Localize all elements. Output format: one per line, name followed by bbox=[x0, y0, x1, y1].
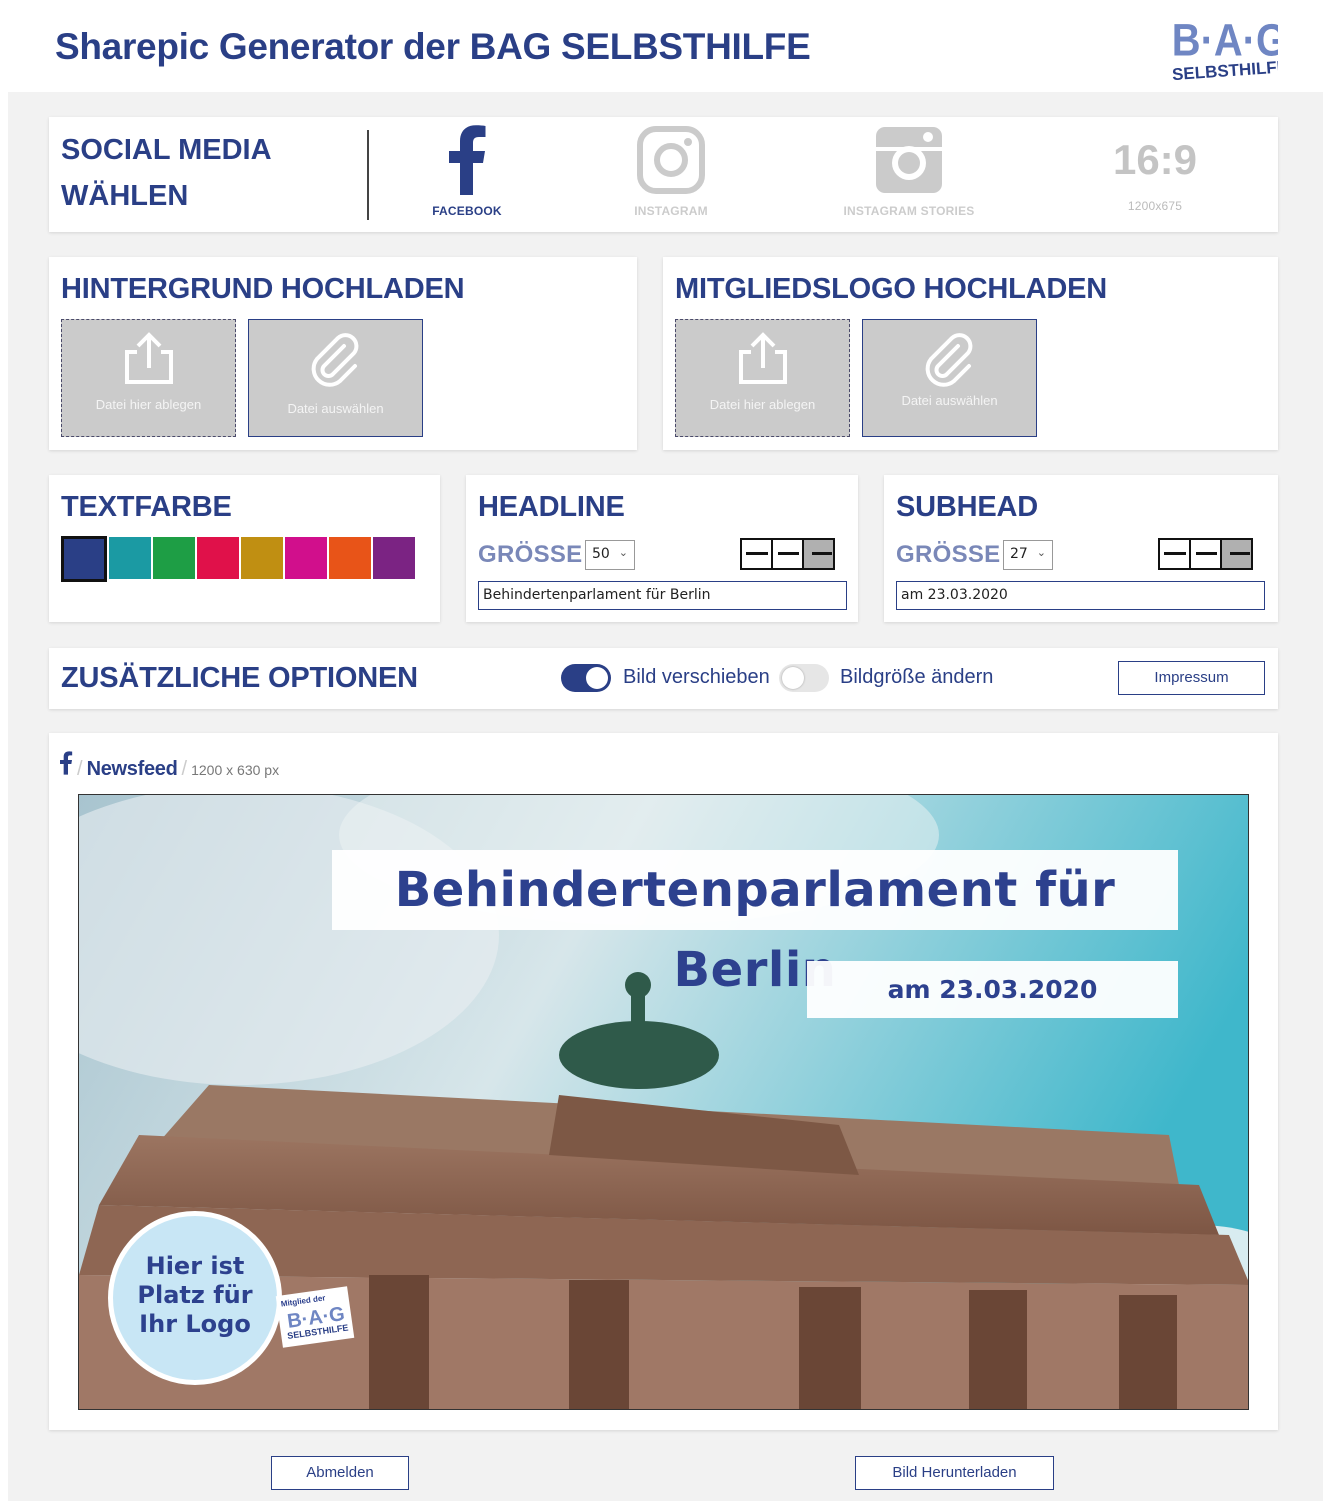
headline-card: HEADLINE GRÖSSE 50 ⌄ Behindertenparlamen… bbox=[466, 475, 858, 622]
file-picker-label: Datei auswählen bbox=[287, 401, 384, 416]
toggle-knob bbox=[586, 667, 608, 689]
app-header: Sharepic Generator der BAG SELBSTHILFE B… bbox=[0, 0, 1323, 92]
social-media-title-line1: SOCIAL MEDIA bbox=[61, 134, 272, 166]
social-media-title-line2: WÄHLEN bbox=[61, 180, 189, 212]
logo-placeholder-line3: Ihr Logo bbox=[139, 1310, 251, 1338]
option-instagram-stories[interactable]: INSTAGRAM STORIES bbox=[839, 125, 979, 218]
sharepic-canvas[interactable]: Behindertenparlament für Berlin am 23.03… bbox=[78, 794, 1249, 1410]
headline-size-select[interactable]: 50 ⌄ bbox=[585, 540, 635, 570]
color-swatch[interactable] bbox=[285, 537, 327, 579]
member-badge: Mitglied der B·A·G SELBSTHILFE bbox=[275, 1286, 355, 1348]
option-ratio-16-9[interactable]: 16:9 1200x675 bbox=[1105, 125, 1205, 213]
subhead-title: SUBHEAD bbox=[896, 491, 1038, 523]
social-media-title: SOCIAL MEDIA WÄHLEN bbox=[61, 127, 272, 219]
page-title: Sharepic Generator der BAG SELBSTHILFE bbox=[55, 26, 811, 67]
dropzone-label: Datei hier ablegen bbox=[709, 397, 816, 412]
chevron-down-icon: ⌄ bbox=[618, 546, 628, 559]
separator: / bbox=[181, 758, 188, 780]
paperclip-icon bbox=[311, 333, 358, 387]
logo-file-picker[interactable]: Datei auswählen bbox=[862, 319, 1037, 437]
bag-selbsthilfe-logo: B·A·G SELBSTHILFE bbox=[1171, 15, 1278, 84]
text-color-card: TEXTFARBE bbox=[49, 475, 440, 622]
preview-format: Newsfeed bbox=[86, 758, 178, 780]
separator: / bbox=[77, 758, 83, 780]
option-facebook[interactable]: FACEBOOK bbox=[417, 125, 517, 218]
subhead-align-left-button[interactable] bbox=[1158, 538, 1191, 570]
color-swatch[interactable] bbox=[153, 537, 195, 579]
option-instagram-label: INSTAGRAM bbox=[634, 204, 708, 218]
facebook-icon bbox=[449, 125, 486, 195]
headline-size-label: GRÖSSE bbox=[478, 541, 583, 568]
color-swatch[interactable] bbox=[197, 537, 239, 579]
divider bbox=[367, 130, 369, 220]
color-swatch[interactable] bbox=[329, 537, 371, 579]
toggle-knob bbox=[782, 667, 804, 689]
preview-subhead[interactable]: am 23.03.2020 bbox=[807, 961, 1178, 1018]
resize-image-label: Bildgröße ändern bbox=[840, 666, 994, 688]
background-upload-title: HINTERGRUND HOCHLADEN bbox=[61, 273, 465, 305]
preview-header: / Newsfeed / 1200 x 630 px bbox=[59, 751, 279, 781]
member-logo-upload-card: MITGLIEDSLOGO HOCHLADEN Datei hier ableg… bbox=[663, 257, 1278, 450]
move-image-label: Bild verschieben bbox=[623, 666, 770, 688]
instagram-icon bbox=[637, 126, 705, 194]
headline-title: HEADLINE bbox=[478, 491, 625, 523]
chevron-down-icon: ⌄ bbox=[1036, 546, 1046, 559]
color-swatch[interactable] bbox=[61, 536, 107, 582]
member-logo-upload-title: MITGLIEDSLOGO HOCHLADEN bbox=[675, 273, 1108, 305]
color-swatches bbox=[61, 536, 415, 582]
subhead-size-label: GRÖSSE bbox=[896, 541, 1001, 568]
subhead-align-right-button[interactable] bbox=[1220, 538, 1253, 570]
upload-icon bbox=[738, 332, 787, 384]
logo-placeholder[interactable]: Hier ist Platz für Ihr Logo bbox=[108, 1211, 282, 1385]
dropzone-label: Datei hier ablegen bbox=[95, 397, 202, 412]
headline-align-right-button[interactable] bbox=[802, 538, 835, 570]
text-color-title: TEXTFARBE bbox=[61, 491, 232, 523]
resize-image-toggle[interactable] bbox=[779, 664, 829, 692]
subhead-size-value: 27 bbox=[1010, 546, 1028, 562]
color-swatch[interactable] bbox=[241, 537, 283, 579]
color-swatch[interactable] bbox=[109, 537, 151, 579]
logout-button[interactable]: Abmelden bbox=[271, 1456, 409, 1490]
subhead-text-input[interactable]: am 23.03.2020 bbox=[896, 581, 1265, 610]
bag-selbsthilfe-logo: B·A·G SELBSTHILFE bbox=[286, 1303, 349, 1341]
download-image-button[interactable]: Bild Herunterladen bbox=[855, 1456, 1054, 1490]
preview-card: / Newsfeed / 1200 x 630 px Behindertenpa… bbox=[49, 733, 1278, 1430]
social-media-card: SOCIAL MEDIA WÄHLEN FACEBOOK INSTAGRAM I… bbox=[49, 117, 1278, 232]
subhead-size-select[interactable]: 27 ⌄ bbox=[1003, 540, 1053, 570]
headline-align-left-button[interactable] bbox=[740, 538, 773, 570]
subhead-align-group bbox=[1158, 538, 1253, 570]
preview-headline[interactable]: Behindertenparlament für Berlin bbox=[332, 850, 1178, 998]
subhead-align-center-button[interactable] bbox=[1189, 538, 1222, 570]
option-instagram-stories-label: INSTAGRAM STORIES bbox=[843, 204, 975, 218]
logo-placeholder-line1: Hier ist bbox=[145, 1252, 245, 1280]
impressum-button[interactable]: Impressum bbox=[1118, 661, 1265, 695]
file-picker-label: Datei auswählen bbox=[901, 393, 998, 408]
ratio-label: 16:9 bbox=[1112, 136, 1198, 183]
instagram-stories-icon bbox=[876, 127, 942, 193]
additional-options-title: ZUSÄTZLICHE OPTIONEN bbox=[61, 662, 418, 694]
headline-text-input[interactable]: Behindertenparlament für Berlin bbox=[478, 581, 847, 610]
headline-align-group bbox=[740, 538, 835, 570]
facebook-icon bbox=[60, 751, 73, 775]
preview-dimensions: 1200 x 630 px bbox=[191, 762, 280, 778]
headline-size-value: 50 bbox=[592, 546, 610, 562]
upload-icon bbox=[124, 332, 173, 384]
paperclip-icon bbox=[925, 333, 972, 387]
ratio-dimensions: 1200x675 bbox=[1127, 199, 1183, 213]
background-file-picker[interactable]: Datei auswählen bbox=[248, 319, 423, 437]
background-upload-card: HINTERGRUND HOCHLADEN Datei hier ablegen… bbox=[49, 257, 637, 450]
move-image-toggle[interactable] bbox=[561, 664, 611, 692]
logo-placeholder-line2: Platz für bbox=[137, 1281, 253, 1309]
logo-dropzone[interactable]: Datei hier ablegen bbox=[675, 319, 850, 437]
additional-options-card: ZUSÄTZLICHE OPTIONEN Bild verschieben Bi… bbox=[49, 648, 1278, 709]
subhead-card: SUBHEAD GRÖSSE 27 ⌄ am 23.03.2020 bbox=[884, 475, 1278, 622]
option-facebook-label: FACEBOOK bbox=[432, 204, 502, 218]
headline-align-center-button[interactable] bbox=[771, 538, 804, 570]
option-instagram[interactable]: INSTAGRAM bbox=[621, 125, 721, 218]
background-dropzone[interactable]: Datei hier ablegen bbox=[61, 319, 236, 437]
color-swatch[interactable] bbox=[373, 537, 415, 579]
